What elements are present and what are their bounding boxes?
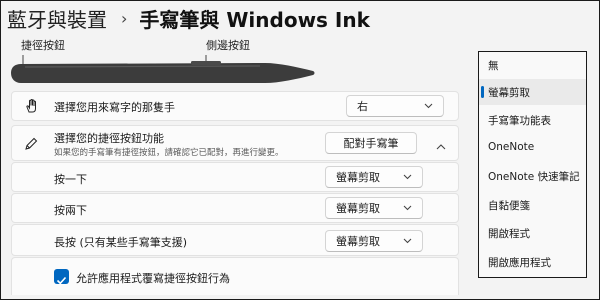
double-click-value: 螢幕剪取	[336, 202, 380, 215]
allow-override-row: 允許應用程式覆寫捷徑按鈕行為	[11, 257, 459, 295]
menu-item-onenote[interactable]: OneNote	[479, 135, 586, 161]
breadcrumb-separator: ›	[121, 8, 128, 28]
handedness-dropdown[interactable]: 右	[346, 95, 444, 117]
single-click-value: 螢幕剪取	[336, 171, 380, 184]
single-click-row: 按一下 螢幕剪取	[11, 162, 459, 192]
chevron-up-icon[interactable]	[436, 137, 446, 156]
single-click-label: 按一下	[54, 173, 87, 186]
press-hold-row: 長按 (只有某些手寫筆支援) 螢幕剪取	[11, 224, 459, 256]
menu-item-screen-snip[interactable]: 螢幕剪取	[479, 79, 586, 105]
allow-override-checkbox[interactable]	[54, 269, 69, 285]
double-click-dropdown[interactable]: 螢幕剪取	[325, 197, 423, 219]
pair-pen-button[interactable]: 配對手寫筆	[325, 132, 417, 154]
pen-side-button	[191, 61, 221, 65]
menu-item-open-app[interactable]: 開啟應用程式	[479, 249, 586, 275]
allow-override-label: 允許應用程式覆寫捷徑按鈕行為	[76, 272, 230, 285]
single-click-dropdown[interactable]: 螢幕剪取	[325, 166, 423, 188]
breadcrumb: 藍牙與裝置 › 手寫筆與 Windows Ink	[7, 3, 370, 33]
chevron-down-icon	[403, 203, 412, 215]
page-title: 手寫筆與 Windows Ink	[139, 7, 370, 32]
chevron-down-icon	[403, 236, 412, 248]
chevron-down-icon	[424, 101, 433, 113]
pen-illustration	[5, 51, 320, 91]
shortcut-button-card: 選擇您的捷徑按鈕功能 如果您的手寫筆有捷徑按鈕，請確認它已配對，再進行變更。 配…	[11, 125, 459, 161]
menu-item-open-program[interactable]: 開啟程式	[479, 220, 586, 246]
menu-item-onenote-quick-note[interactable]: OneNote 快速筆記	[479, 163, 586, 189]
handedness-value: 右	[357, 100, 368, 113]
double-click-label: 按兩下	[54, 204, 87, 217]
press-hold-value: 螢幕剪取	[336, 235, 380, 248]
hand-icon	[24, 98, 40, 118]
menu-item-sticky-notes[interactable]: 自黏便箋	[479, 192, 586, 218]
press-hold-label: 長按 (只有某些手寫筆支援)	[54, 236, 188, 249]
menu-item-none[interactable]: 無	[479, 52, 586, 78]
checkmark-icon	[56, 271, 67, 290]
press-hold-dropdown[interactable]: 螢幕剪取	[325, 230, 423, 252]
pen-icon	[24, 136, 38, 155]
shortcut-action-menu: 無 螢幕剪取 手寫筆功能表 OneNote OneNote 快速筆記 自黏便箋 …	[478, 51, 587, 278]
double-click-row: 按兩下 螢幕剪取	[11, 193, 459, 223]
shortcut-subtitle: 如果您的手寫筆有捷徑按鈕，請確認它已配對，再進行變更。	[54, 148, 284, 158]
chevron-down-icon	[403, 172, 412, 184]
handedness-card: 選擇您用來寫字的那隻手 右	[11, 91, 459, 121]
handedness-label: 選擇您用來寫字的那隻手	[54, 101, 175, 114]
selection-indicator	[481, 86, 484, 98]
shortcut-title: 選擇您的捷徑按鈕功能	[54, 132, 164, 145]
breadcrumb-parent[interactable]: 藍牙與裝置	[7, 4, 107, 33]
menu-item-pen-menu[interactable]: 手寫筆功能表	[479, 107, 586, 133]
